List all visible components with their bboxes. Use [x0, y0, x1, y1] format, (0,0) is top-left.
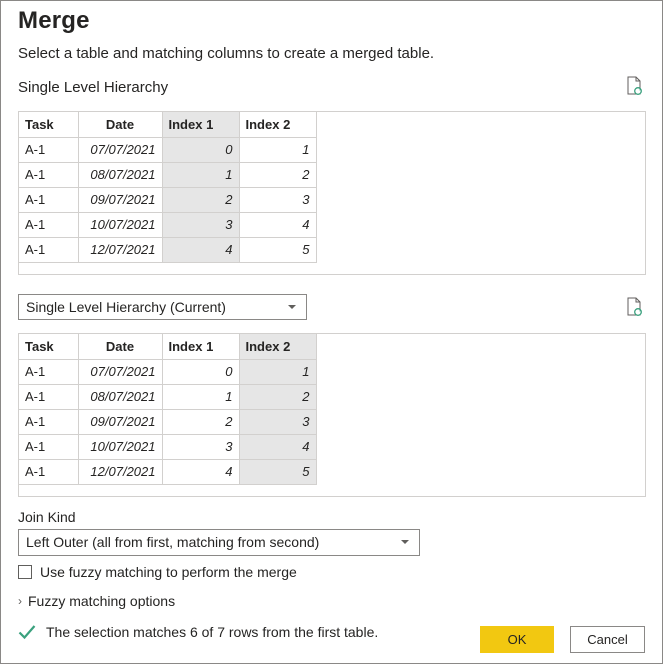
cell-index-2: 3 — [238, 186, 317, 213]
cell-index-1: 0 — [161, 358, 240, 385]
cell-task: A-1 — [19, 408, 79, 435]
dialog-subtitle: Select a table and matching columns to c… — [18, 45, 435, 62]
first-table-name: Single Level Hierarchy — [18, 79, 169, 96]
column-header-index-2[interactable]: Index 2 — [238, 334, 317, 360]
cell-index-1: 1 — [161, 383, 240, 410]
cell-index-2: 2 — [238, 161, 317, 188]
cell-index-2: 3 — [238, 408, 317, 435]
table-row: A-1 10/07/2021 3 4 — [19, 433, 317, 460]
column-header-date[interactable]: Date — [77, 112, 163, 138]
cell-index-2: 1 — [238, 136, 317, 163]
fuzzy-matching-checkbox-label[interactable]: Use fuzzy matching to perform the merge — [40, 564, 297, 580]
ok-button[interactable]: OK — [480, 626, 554, 653]
cell-index-1: 3 — [161, 211, 240, 238]
first-table-preview: Task Date Index 1 Index 2 A-1 07/07/2021… — [18, 111, 646, 275]
cell-task: A-1 — [19, 186, 79, 213]
cell-index-1: 1 — [161, 161, 240, 188]
cell-date: 12/07/2021 — [77, 236, 163, 263]
cell-index-2: 1 — [238, 358, 317, 385]
column-header-index-1[interactable]: Index 1 — [161, 334, 240, 360]
checkmark-icon — [18, 624, 36, 640]
second-table-select-value: Single Level Hierarchy (Current) — [26, 299, 226, 315]
column-header-task[interactable]: Task — [19, 334, 79, 360]
refresh-preview-icon[interactable] — [626, 297, 644, 317]
fuzzy-matching-options-label: Fuzzy matching options — [28, 593, 176, 609]
merge-dialog: Merge Select a table and matching column… — [0, 0, 663, 664]
cancel-button[interactable]: Cancel — [570, 626, 645, 653]
chevron-right-icon: › — [18, 594, 22, 608]
table-row: A-1 07/07/2021 0 1 — [19, 136, 317, 163]
dialog-title: Merge — [18, 7, 90, 34]
cell-task: A-1 — [19, 211, 79, 238]
cell-date: 07/07/2021 — [77, 136, 163, 163]
second-table-preview: Task Date Index 1 Index 2 A-1 07/07/2021… — [18, 333, 646, 497]
table-row: A-1 09/07/2021 2 3 — [19, 186, 317, 213]
chevron-down-icon — [288, 305, 296, 309]
table-row: A-1 09/07/2021 2 3 — [19, 408, 317, 435]
column-header-index-2[interactable]: Index 2 — [238, 112, 317, 138]
cell-date: 12/07/2021 — [77, 458, 163, 485]
join-kind-select[interactable]: Left Outer (all from first, matching fro… — [18, 529, 420, 556]
table-row: A-1 12/07/2021 4 5 — [19, 458, 317, 485]
fuzzy-matching-options-toggle[interactable]: › Fuzzy matching options — [18, 593, 175, 609]
cell-task: A-1 — [19, 161, 79, 188]
cell-index-1: 2 — [161, 186, 240, 213]
cell-index-2: 4 — [238, 433, 317, 460]
match-status-text: The selection matches 6 of 7 rows from t… — [46, 624, 379, 640]
cell-task: A-1 — [19, 383, 79, 410]
column-header-date[interactable]: Date — [77, 334, 163, 360]
cell-index-2: 5 — [238, 458, 317, 485]
cell-task: A-1 — [19, 433, 79, 460]
cell-task: A-1 — [19, 458, 79, 485]
cell-date: 08/07/2021 — [77, 161, 163, 188]
table-row: A-1 08/07/2021 1 2 — [19, 161, 317, 188]
cell-index-1: 3 — [161, 433, 240, 460]
table-header-row: Task Date Index 1 Index 2 — [19, 334, 317, 360]
cell-index-2: 4 — [238, 211, 317, 238]
cell-task: A-1 — [19, 136, 79, 163]
cell-index-2: 2 — [238, 383, 317, 410]
cell-date: 09/07/2021 — [77, 408, 163, 435]
column-header-task[interactable]: Task — [19, 112, 79, 138]
table-row: A-1 08/07/2021 1 2 — [19, 383, 317, 410]
cell-index-1: 4 — [161, 458, 240, 485]
cell-index-1: 4 — [161, 236, 240, 263]
cell-task: A-1 — [19, 358, 79, 385]
table-row: A-1 12/07/2021 4 5 — [19, 236, 317, 263]
fuzzy-matching-option: Use fuzzy matching to perform the merge — [18, 564, 297, 580]
table-row: A-1 10/07/2021 3 4 — [19, 211, 317, 238]
cell-date: 10/07/2021 — [77, 211, 163, 238]
cell-date: 09/07/2021 — [77, 186, 163, 213]
cell-date: 07/07/2021 — [77, 358, 163, 385]
table-header-row: Task Date Index 1 Index 2 — [19, 112, 317, 138]
cell-index-2: 5 — [238, 236, 317, 263]
table-row: A-1 07/07/2021 0 1 — [19, 358, 317, 385]
cell-task: A-1 — [19, 236, 79, 263]
second-table-select[interactable]: Single Level Hierarchy (Current) — [18, 294, 307, 320]
join-kind-label: Join Kind — [18, 509, 76, 525]
cell-date: 08/07/2021 — [77, 383, 163, 410]
cell-index-1: 2 — [161, 408, 240, 435]
match-status: The selection matches 6 of 7 rows from t… — [18, 624, 378, 640]
chevron-down-icon — [401, 540, 409, 544]
fuzzy-matching-checkbox[interactable] — [18, 565, 32, 579]
cell-index-1: 0 — [161, 136, 240, 163]
cell-date: 10/07/2021 — [77, 433, 163, 460]
join-kind-value: Left Outer (all from first, matching fro… — [26, 534, 320, 550]
column-header-index-1[interactable]: Index 1 — [161, 112, 240, 138]
refresh-preview-icon[interactable] — [626, 76, 644, 96]
